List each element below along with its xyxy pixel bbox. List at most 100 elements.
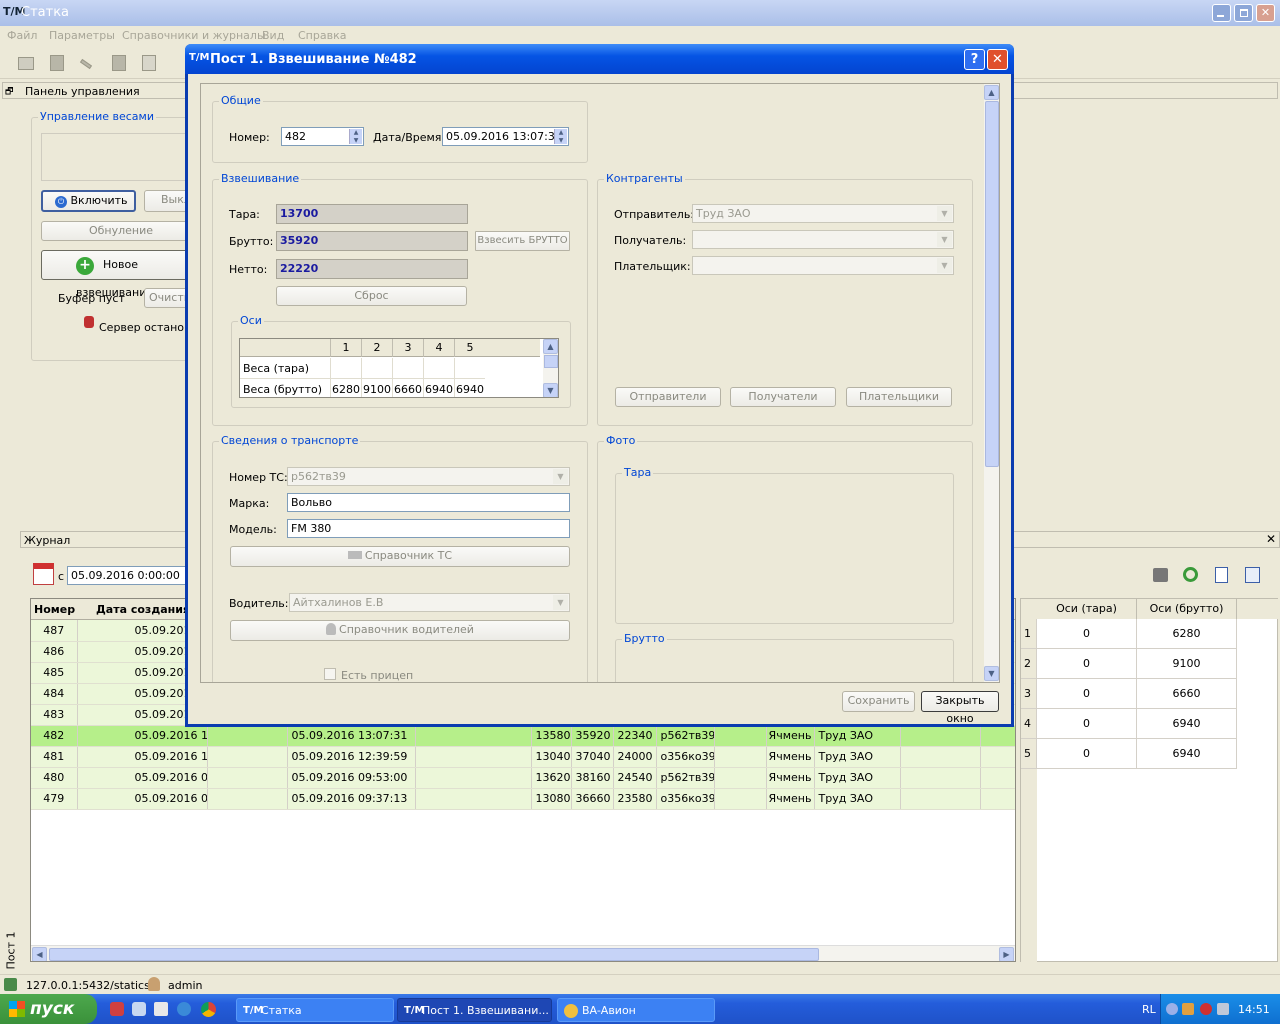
sender-dropdown-icon[interactable]: ▼ [937,206,952,221]
tray-icon-4[interactable] [1217,1003,1229,1015]
axes-cell[interactable] [361,358,392,379]
axes-cell[interactable]: 9100 [361,379,392,397]
tray-icon-2[interactable] [1182,1003,1194,1015]
vehicle-ref-button[interactable]: Справочник ТС [230,546,570,567]
help-button[interactable]: ? [964,49,985,70]
receiver-select[interactable]: ▼ [692,230,954,249]
axes-cell[interactable]: 6660 [392,379,423,397]
quicklaunch-icon-3[interactable] [154,1002,168,1016]
receivers-button[interactable]: Получатели [730,387,836,407]
brand-input[interactable]: Вольво [287,493,570,512]
menu-view[interactable]: Вид [262,29,284,42]
datetime-spinner-icon[interactable]: ▲ ▼ [554,129,567,144]
chrome-icon[interactable] [201,1002,216,1017]
driver-dropdown-icon[interactable]: ▼ [553,595,568,610]
language-indicator[interactable]: RL [1142,1003,1156,1016]
sender-select[interactable]: Труд ЗАО ▼ [692,204,954,223]
taskbar-item-post1[interactable]: T/M Пост 1. Взвешивани... [397,998,552,1022]
scroll-right-button[interactable]: ▶ [999,947,1014,961]
driver-ref-button[interactable]: Справочник водителей [230,620,570,641]
post-side-tab[interactable]: Пост 1 [2,930,18,970]
new-weighing-button[interactable]: + Новое взвешивание [41,250,201,299]
power-on-button[interactable]: ⏻ Включить [41,190,136,212]
table-row[interactable]: 48005.09.2016 09:53:12 05.09.2016 09:53:0… [31,767,1015,789]
menu-references[interactable]: Справочники и журналы [122,29,266,42]
scroll-left-button[interactable]: ◀ [32,947,47,961]
table-row[interactable]: 48105.09.2016 12:40:10 05.09.2016 12:39:5… [31,746,1015,768]
dialog-vscroll[interactable]: ▲ ▼ [984,84,999,682]
zero-button[interactable]: Обнуление [41,221,201,241]
weigh-reset-button[interactable]: Сброс [276,286,467,306]
number-input[interactable]: 482 ▲ ▼ [281,127,364,146]
journal-close-icon[interactable]: ✕ [1266,532,1276,546]
dialog-scroll-down[interactable]: ▼ [984,666,999,681]
print-preview-icon[interactable] [142,55,156,71]
axes-cell[interactable]: 6940 [454,379,485,397]
axes-cell[interactable] [423,358,454,379]
restore-button[interactable] [1234,4,1253,22]
refresh-icon[interactable] [1183,567,1198,582]
calendar-icon[interactable] [33,563,54,585]
taskbar-item-baavion[interactable]: BA-Авион [557,998,715,1022]
windows-logo-icon [9,1001,25,1017]
tray-icon-1[interactable] [1166,1003,1178,1015]
axes-scroll-up[interactable]: ▲ [543,339,558,354]
axes-scroll-down[interactable]: ▼ [543,383,558,397]
dialog-scroll-up[interactable]: ▲ [984,85,999,100]
datetime-input[interactable]: 05.09.2016 13:07:39 ▲ ▼ [442,127,569,146]
print-icon[interactable] [1153,568,1168,582]
hscroll-thumb[interactable] [49,948,819,961]
axes-cell[interactable] [454,358,485,379]
start-button[interactable]: пуск [0,994,97,1024]
axes-col-tare[interactable]: Оси (тара) [1037,599,1137,619]
payers-button[interactable]: Плательщики [846,387,952,407]
axes-header-cell: 1 [330,339,361,357]
dialog-scroll-thumb[interactable] [985,101,999,467]
save-button[interactable]: Сохранить [842,691,915,712]
vehicle-dropdown-icon[interactable]: ▼ [553,469,568,484]
menu-parameters[interactable]: Параметры [49,29,115,42]
close-window-button[interactable]: Закрыть окно [921,691,999,725]
weigh-gross-button[interactable]: Взвесить БРУТТО [475,231,570,251]
model-input[interactable]: FM 380 [287,519,570,538]
col-created[interactable]: Дата создания [96,603,190,616]
col-number[interactable]: Номер [34,603,75,616]
quicklaunch-icon-4[interactable] [177,1002,191,1016]
axes-cell[interactable] [392,358,423,379]
connection-string: 127.0.0.1:5432/statics [26,979,150,992]
table-row[interactable]: 48205.09.2016 13:07:39 05.09.2016 13:07:3… [31,725,1015,747]
trailer-checkbox[interactable] [324,668,336,680]
monitor-icon[interactable] [18,57,34,70]
journal-hscroll[interactable]: ◀ ▶ [31,945,1015,961]
axes-cell[interactable]: 6280 [330,379,361,397]
settings-list-icon[interactable] [1245,567,1260,583]
number-spinner-icon[interactable]: ▲ ▼ [349,129,362,144]
payer-dropdown-icon[interactable]: ▼ [937,258,952,273]
menu-help[interactable]: Справка [298,29,346,42]
dialog-close-button[interactable]: ✕ [987,49,1008,70]
axes-scroll-thumb[interactable] [544,355,558,368]
cell-cargo: Ячмень [766,746,815,768]
axes-cell[interactable] [330,358,361,379]
date-from-input[interactable]: 05.09.2016 0:00:00 [67,566,187,585]
quicklaunch-icon-1[interactable] [110,1002,124,1016]
axes-cell[interactable]: 6940 [423,379,454,397]
senders-button[interactable]: Отправители [615,387,721,407]
minimize-button[interactable] [1212,4,1231,22]
axes-grid-vscroll[interactable]: ▲ ▼ [543,339,558,397]
document-icon[interactable] [112,55,126,71]
table-row[interactable]: 47905.09.2016 09:37:33 05.09.2016 09:37:1… [31,788,1015,810]
export-icon[interactable] [1215,567,1228,583]
taskbar-item-statka[interactable]: T/M Статка [236,998,394,1022]
axes-col-gross[interactable]: Оси (брутто) [1137,599,1237,619]
book-icon[interactable] [50,55,64,71]
quicklaunch-icon-2[interactable] [132,1002,146,1016]
tray-icon-3[interactable] [1200,1003,1212,1015]
driver-select[interactable]: Айтхалинов Е.В ▼ [289,593,570,612]
menu-file[interactable]: Файл [7,29,37,42]
payer-select[interactable]: ▼ [692,256,954,275]
close-button[interactable]: ✕ [1256,4,1275,22]
receiver-dropdown-icon[interactable]: ▼ [937,232,952,247]
vehicle-select[interactable]: р562тв39 ▼ [287,467,570,486]
pin-icon[interactable]: 🗗 [5,84,13,100]
